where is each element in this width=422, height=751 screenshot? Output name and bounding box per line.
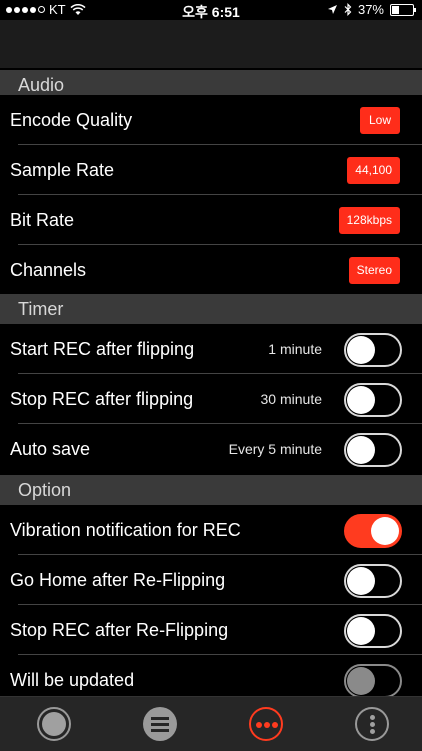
row-label: Stop REC after flipping (10, 389, 194, 409)
row-label: Start REC after flipping (10, 339, 195, 359)
row-stop-rec-after-reflipping[interactable]: Stop REC after Re-Flipping (0, 605, 422, 655)
more-vertical-icon[interactable] (355, 707, 389, 741)
navigation-bar (0, 20, 422, 68)
row-encode-quality[interactable]: Encode Quality Low (0, 95, 422, 145)
row-label: Bit Rate (10, 210, 75, 230)
vibration-toggle[interactable] (344, 514, 402, 548)
auto-save-toggle[interactable] (344, 433, 402, 467)
settings-dots-icon[interactable] (249, 707, 283, 741)
row-auto-save[interactable]: Auto save Every 5 minute (0, 424, 422, 474)
row-label: Sample Rate (10, 160, 115, 180)
location-arrow-icon (327, 5, 337, 14)
row-value[interactable]: Every 5 minute (229, 424, 322, 474)
section-title: Option (18, 480, 72, 500)
go-home-toggle[interactable] (344, 564, 402, 598)
list-icon[interactable] (143, 707, 177, 741)
section-header-option: Option (0, 475, 422, 506)
row-channels[interactable]: Channels Stereo (0, 245, 422, 295)
row-bit-rate[interactable]: Bit Rate 128kbps (0, 195, 422, 245)
bit-rate-button[interactable]: 128kbps (338, 207, 400, 234)
status-right: 37% (327, 2, 416, 17)
row-label: Encode Quality (10, 110, 133, 130)
channels-button[interactable]: Stereo (348, 257, 400, 284)
stop-rec-toggle[interactable] (344, 383, 402, 417)
tab-bar (0, 696, 422, 751)
row-label: Auto save (10, 439, 91, 459)
row-start-rec-after-flipping[interactable]: Start REC after flipping 1 minute (0, 324, 422, 374)
row-value[interactable]: 30 minute (261, 374, 322, 424)
section-header-timer: Timer (0, 294, 422, 325)
stop-rec-reflip-toggle[interactable] (344, 614, 402, 648)
battery-percent: 37% (357, 2, 384, 17)
row-label: Go Home after Re-Flipping (10, 570, 226, 590)
row-label: Stop REC after Re-Flipping (10, 620, 229, 640)
will-be-updated-toggle (344, 664, 402, 698)
row-sample-rate[interactable]: Sample Rate 44,100 (0, 145, 422, 195)
battery-icon (390, 3, 416, 16)
bluetooth-icon (344, 3, 352, 16)
row-label: Channels (10, 260, 87, 280)
sample-rate-button[interactable]: 44,100 (347, 157, 400, 184)
section-title: Timer (18, 299, 64, 319)
row-go-home-after-reflipping[interactable]: Go Home after Re-Flipping (0, 555, 422, 605)
row-value[interactable]: 1 minute (268, 324, 322, 374)
row-vibration-notification[interactable]: Vibration notification for REC (0, 505, 422, 555)
start-rec-toggle[interactable] (344, 333, 402, 367)
status-bar: KT 오후 6:51 37% (0, 0, 422, 20)
row-label: Vibration notification for REC (10, 520, 241, 540)
row-stop-rec-after-flipping[interactable]: Stop REC after flipping 30 minute (0, 374, 422, 424)
encode-quality-button[interactable]: Low (360, 107, 400, 134)
section-title: Audio (18, 75, 65, 95)
record-icon[interactable] (37, 707, 71, 741)
